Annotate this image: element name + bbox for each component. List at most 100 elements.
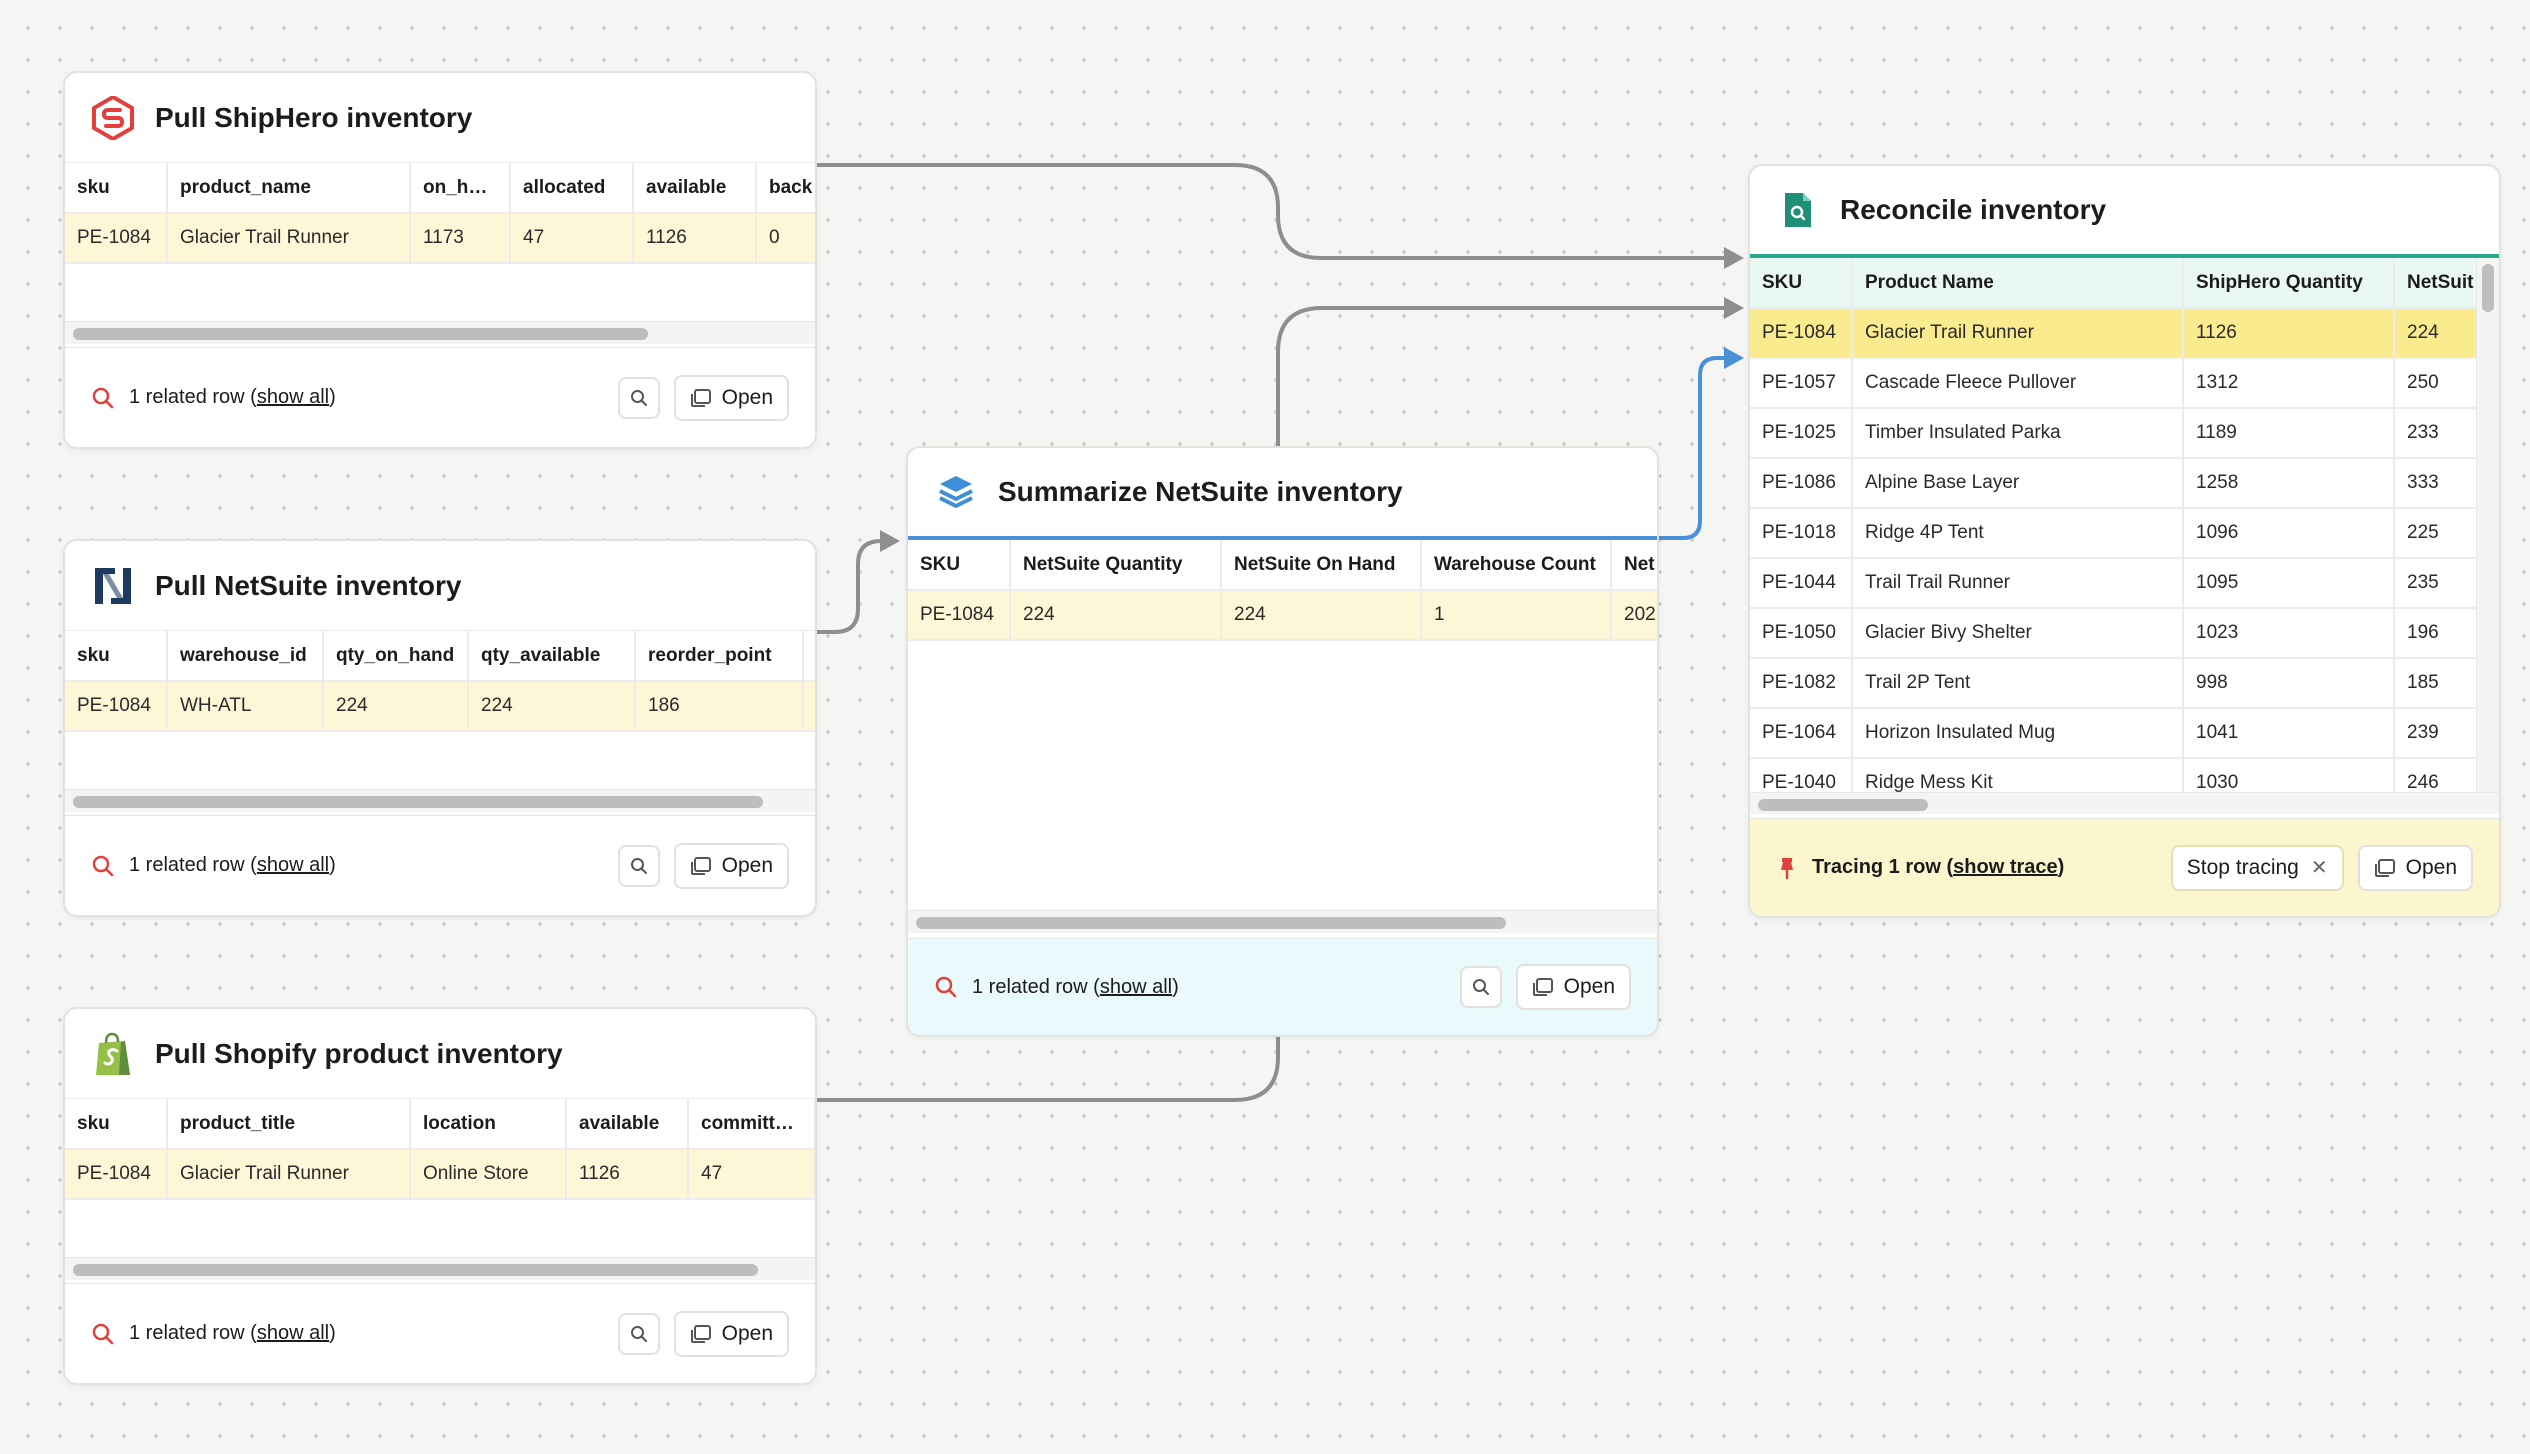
horizontal-scrollbar[interactable] [65,1257,815,1280]
column-header[interactable]: Product Name [1852,258,2184,309]
related-rows-text: 1 related row (show all) [91,854,618,878]
arrow-head-shiphero [1724,247,1744,269]
table-cell: PE-1064 [1750,708,1853,759]
column-header[interactable]: back [756,163,815,214]
scrollbar-thumb[interactable] [73,796,763,808]
column-header[interactable]: SKU [1750,258,1853,309]
search-button[interactable] [1459,966,1502,1008]
horizontal-scrollbar[interactable] [65,789,815,812]
search-icon [92,1323,114,1344]
show-all-link[interactable]: show all [257,386,329,409]
column-header[interactable]: qty_available [468,631,636,682]
column-header[interactable]: Warehouse Count [1421,540,1612,591]
show-all-link[interactable]: show all [257,1322,329,1345]
arrow-head-netsuite [880,530,900,552]
table-row[interactable]: PE-1025 Timber Insulated Parka 1189 233 [1750,408,2499,459]
data-table: sku warehouse_id qty_on_hand qty_availab… [65,631,815,732]
column-header[interactable]: location [410,1099,567,1150]
table-cell: 1126 [633,213,757,264]
column-header[interactable]: available [566,1099,689,1150]
table-row[interactable]: PE-1084 WH-ATL 224 224 186 [65,681,815,732]
horizontal-scrollbar[interactable] [65,321,815,344]
card-header: Pull ShipHero inventory [65,73,815,163]
table-cell: 1189 [2183,408,2395,459]
search-button[interactable] [617,376,660,419]
search-button[interactable] [617,844,660,887]
show-all-link[interactable]: show all [1100,976,1172,999]
search-icon [1472,979,1489,995]
scrollbar-thumb[interactable] [2482,264,2494,312]
column-header[interactable]: sku [65,1099,168,1150]
horizontal-scrollbar[interactable] [908,910,1657,933]
shiphero-card[interactable]: Pull ShipHero inventory sku product_name… [63,71,817,449]
related-rows-suffix: ) [329,1322,336,1344]
reconcile-inventory-card[interactable]: Reconcile inventory SKU Product Name Shi… [1748,164,2501,918]
card-footer: 1 related row (show all) Open [908,938,1657,1035]
open-button[interactable]: Open [673,374,789,421]
column-header[interactable]: product_name [167,163,411,214]
column-header[interactable]: sku [65,631,168,682]
table-cell: 47 [688,1149,815,1200]
netsuite-card[interactable]: Pull NetSuite inventory sku warehouse_id… [63,539,817,917]
column-header[interactable]: sku [65,163,168,214]
table-row[interactable]: PE-1044 Trail Trail Runner 1095 235 [1750,558,2499,609]
shopify-card[interactable]: Pull Shopify product inventory sku produ… [63,1007,817,1385]
open-button[interactable]: Open [1515,964,1631,1010]
window-icon [690,856,711,875]
column-header[interactable]: warehouse_id [167,631,324,682]
table-cell: 1041 [2183,708,2395,759]
scrollbar-thumb[interactable] [73,1264,758,1276]
table-row[interactable]: PE-1057 Cascade Fleece Pullover 1312 250 [1750,358,2499,409]
search-button[interactable] [617,1312,660,1355]
open-button[interactable]: Open [673,1310,789,1357]
edge-netsuite-to-summary [812,539,882,634]
column-header[interactable]: on_ha… [410,163,511,214]
table-cell: PE-1057 [1750,358,1853,409]
open-button-label: Open [2405,855,2457,879]
column-header[interactable]: available [633,163,757,214]
table-row[interactable]: PE-1084 Glacier Trail Runner Online Stor… [65,1149,815,1200]
vertical-scrollbar[interactable] [2476,258,2499,792]
stop-tracing-button[interactable]: Stop tracing ✕ [2170,844,2344,891]
show-all-link[interactable]: show all [257,854,329,877]
table-row[interactable]: PE-1084 224 224 1 202 [908,590,1657,641]
column-header[interactable]: SKU [908,540,1011,591]
table-row[interactable]: PE-1064 Horizon Insulated Mug 1041 239 [1750,708,2499,759]
horizontal-scrollbar[interactable] [1750,792,2499,814]
scrollbar-thumb[interactable] [1758,799,1928,811]
table-row[interactable]: PE-1082 Trail 2P Tent 998 185 [1750,658,2499,709]
column-header[interactable]: allocated [510,163,634,214]
card-footer: Tracing 1 row (show trace) Stop tracing … [1750,818,2499,916]
table-row[interactable]: PE-1086 Alpine Base Layer 1258 333 [1750,458,2499,509]
column-header[interactable]: ShipHero Quantity [2183,258,2395,309]
column-header[interactable]: Net [1611,540,1657,591]
edge-shopify-to-summary [812,1032,1280,1102]
document-search-icon [1776,188,1820,232]
column-header[interactable]: NetSuite On Hand [1221,540,1422,591]
table-cell: 1023 [2183,608,2395,659]
card-footer: 1 related row (show all) Open [65,815,815,915]
show-trace-link[interactable]: show trace [1953,856,2057,879]
close-icon: ✕ [2310,857,2328,879]
related-rows-prefix: 1 related row ( [129,854,257,876]
open-button[interactable]: Open [673,842,789,889]
column-header[interactable]: reorder_point [635,631,804,682]
column-header[interactable]: product_title [167,1099,411,1150]
scrollbar-thumb[interactable] [916,917,1506,929]
table-cell: PE-1084 [65,1149,168,1200]
table-row[interactable]: PE-1018 Ridge 4P Tent 1096 225 [1750,508,2499,559]
search-icon [630,857,647,874]
table-row[interactable]: PE-1084 Glacier Trail Runner 1173 47 112… [65,213,815,264]
column-header[interactable]: NetSuite Quantity [1010,540,1222,591]
table-cell: 224 [468,681,636,732]
summarize-netsuite-card[interactable]: Summarize NetSuite inventory SKU NetSuit… [906,446,1659,1037]
scrollbar-thumb[interactable] [73,328,648,340]
column-header[interactable]: qty_on_hand [323,631,469,682]
table-row[interactable]: PE-1050 Glacier Bivy Shelter 1023 196 [1750,608,2499,659]
table-row[interactable]: PE-1084 Glacier Trail Runner 1126 224 [1750,308,2499,359]
table-cell: Trail 2P Tent [1852,658,2184,709]
open-button-label: Open [721,1321,773,1345]
open-button[interactable]: Open [2357,844,2473,891]
table-cell: PE-1086 [1750,458,1853,509]
column-header[interactable]: committ… [688,1099,815,1150]
